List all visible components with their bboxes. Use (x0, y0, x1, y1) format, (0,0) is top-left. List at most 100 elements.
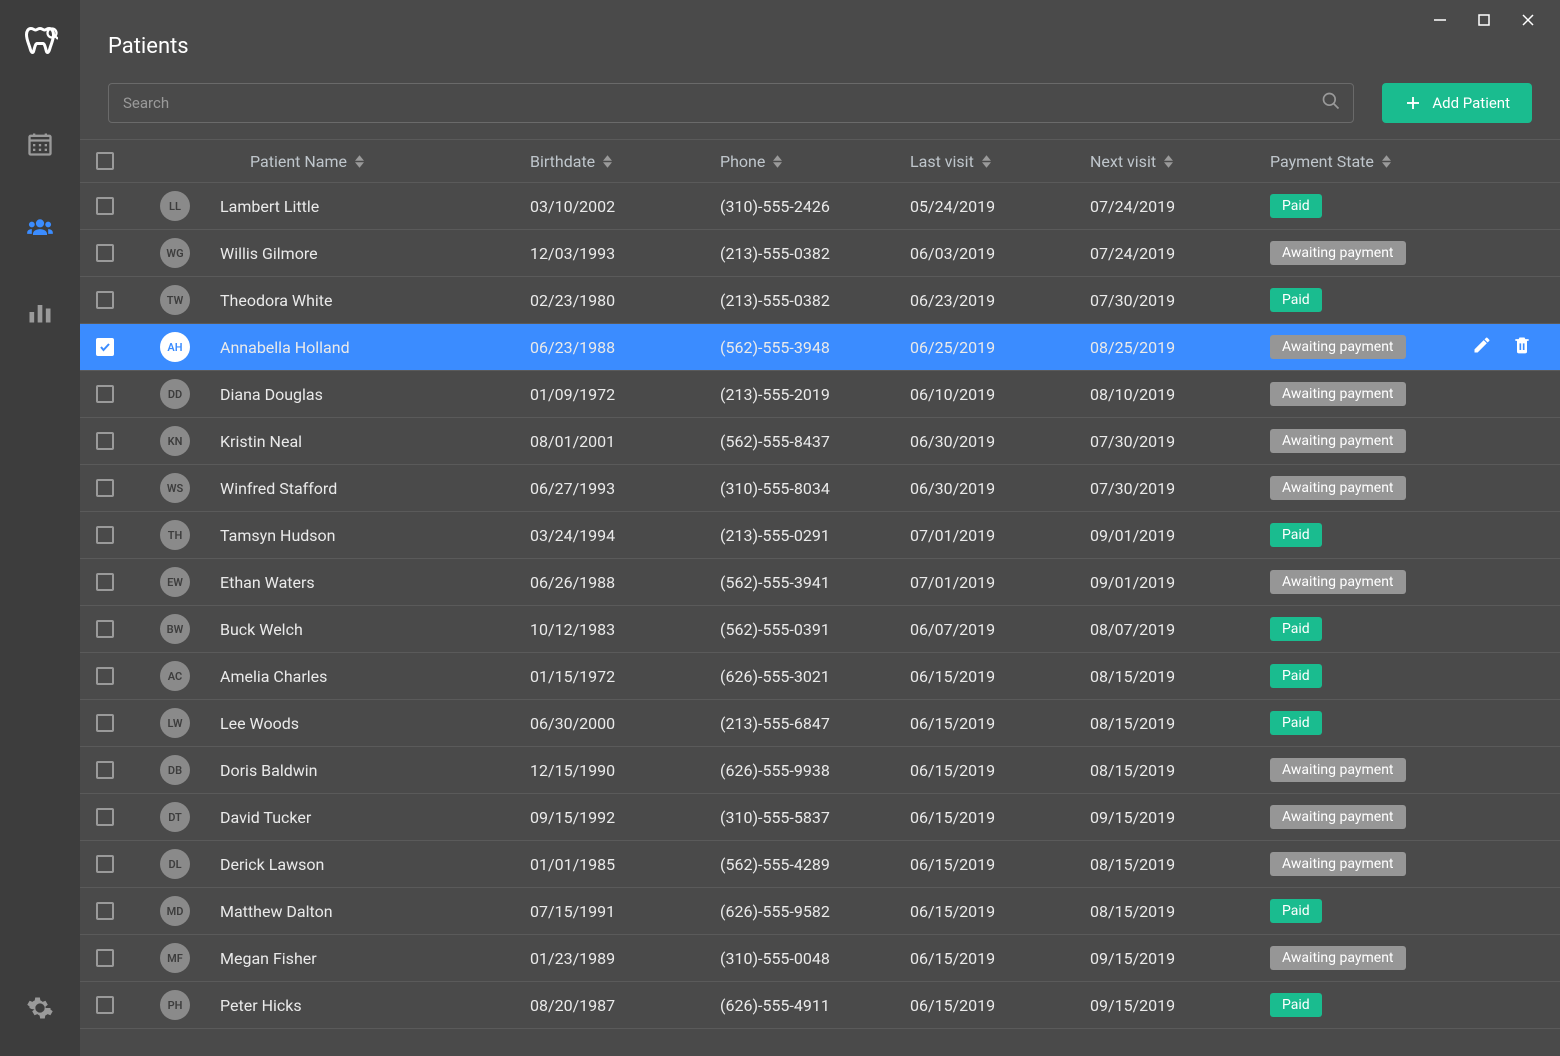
col-next-visit[interactable]: Next visit (1090, 152, 1270, 171)
payment-badge: Paid (1270, 711, 1322, 735)
table-row[interactable]: BWBuck Welch10/12/1983(562)-555-039106/0… (80, 606, 1560, 653)
window-maximize-button[interactable] (1462, 4, 1506, 36)
sort-icon (773, 155, 782, 168)
next-visit: 08/15/2019 (1090, 902, 1270, 921)
phone: (562)-555-0391 (720, 620, 910, 639)
birthdate: 12/15/1990 (530, 761, 720, 780)
table-row[interactable]: ACAmelia Charles01/15/1972(626)-555-3021… (80, 653, 1560, 700)
table-row[interactable]: EWEthan Waters06/26/1988(562)-555-394107… (80, 559, 1560, 606)
avatar: MF (160, 943, 190, 973)
table-row[interactable]: DLDerick Lawson01/01/1985(562)-555-42890… (80, 841, 1560, 888)
last-visit: 06/15/2019 (910, 902, 1090, 921)
row-checkbox[interactable] (96, 855, 114, 873)
last-visit: 06/30/2019 (910, 432, 1090, 451)
window-minimize-button[interactable] (1418, 4, 1462, 36)
avatar: DL (160, 849, 190, 879)
phone: (562)-555-3948 (720, 338, 910, 357)
col-last-visit[interactable]: Last visit (910, 152, 1090, 171)
table-row[interactable]: AHAnnabella Holland06/23/1988(562)-555-3… (80, 324, 1560, 371)
col-payment[interactable]: Payment State (1270, 152, 1470, 171)
col-phone[interactable]: Phone (720, 152, 910, 171)
add-patient-button[interactable]: Add Patient (1382, 83, 1532, 123)
row-checkbox[interactable] (96, 244, 114, 262)
phone: (213)-555-0382 (720, 291, 910, 310)
window-close-button[interactable] (1506, 4, 1550, 36)
nav-calendar-icon[interactable] (16, 120, 64, 168)
birthdate: 06/30/2000 (530, 714, 720, 733)
search-field-wrap (108, 83, 1354, 123)
table-row[interactable]: TWTheodora White02/23/1980(213)-555-0382… (80, 277, 1560, 324)
patient-name: Lambert Little (220, 197, 530, 216)
table-row[interactable]: MFMegan Fisher01/23/1989(310)-555-004806… (80, 935, 1560, 982)
payment-badge: Paid (1270, 664, 1322, 688)
table-row[interactable]: LLLambert Little03/10/2002(310)-555-2426… (80, 183, 1560, 230)
next-visit: 08/25/2019 (1090, 338, 1270, 357)
birthdate: 08/20/1987 (530, 996, 720, 1015)
last-visit: 06/07/2019 (910, 620, 1090, 639)
row-checkbox[interactable] (96, 432, 114, 450)
birthdate: 07/15/1991 (530, 902, 720, 921)
row-checkbox[interactable] (96, 714, 114, 732)
col-name[interactable]: Patient Name (250, 152, 530, 171)
next-visit: 08/10/2019 (1090, 385, 1270, 404)
next-visit: 09/15/2019 (1090, 996, 1270, 1015)
app-logo-icon (22, 24, 58, 60)
nav-settings-icon[interactable] (16, 984, 64, 1032)
table-row[interactable]: THTamsyn Hudson03/24/1994(213)-555-02910… (80, 512, 1560, 559)
row-checkbox[interactable] (96, 338, 114, 356)
last-visit: 07/01/2019 (910, 526, 1090, 545)
col-birthdate[interactable]: Birthdate (530, 152, 720, 171)
table-row[interactable]: LWLee Woods06/30/2000(213)-555-684706/15… (80, 700, 1560, 747)
table-row[interactable]: KNKristin Neal08/01/2001(562)-555-843706… (80, 418, 1560, 465)
phone: (626)-555-9938 (720, 761, 910, 780)
table-row[interactable]: WSWinfred Stafford06/27/1993(310)-555-80… (80, 465, 1560, 512)
row-checkbox[interactable] (96, 808, 114, 826)
nav-patients-icon[interactable] (16, 204, 64, 252)
table-row[interactable]: WGWillis Gilmore12/03/1993(213)-555-0382… (80, 230, 1560, 277)
payment-badge: Awaiting payment (1270, 758, 1406, 782)
search-input[interactable] (109, 84, 1353, 122)
birthdate: 06/27/1993 (530, 479, 720, 498)
patient-name: Lee Woods (220, 714, 530, 733)
row-checkbox[interactable] (96, 197, 114, 215)
row-checkbox[interactable] (96, 902, 114, 920)
row-checkbox[interactable] (96, 526, 114, 544)
next-visit: 07/24/2019 (1090, 244, 1270, 263)
search-icon (1321, 91, 1341, 115)
select-all-checkbox[interactable] (96, 152, 114, 170)
patient-name: Diana Douglas (220, 385, 530, 404)
table-row[interactable]: DBDoris Baldwin12/15/1990(626)-555-99380… (80, 747, 1560, 794)
table-row[interactable]: MDMatthew Dalton07/15/1991(626)-555-9582… (80, 888, 1560, 935)
patient-name: Doris Baldwin (220, 761, 530, 780)
plus-icon (1404, 94, 1422, 112)
row-checkbox[interactable] (96, 949, 114, 967)
avatar: BW (160, 614, 190, 644)
last-visit: 06/15/2019 (910, 808, 1090, 827)
row-checkbox[interactable] (96, 479, 114, 497)
payment-badge: Paid (1270, 194, 1322, 218)
row-checkbox[interactable] (96, 291, 114, 309)
row-checkbox[interactable] (96, 996, 114, 1014)
patient-name: Megan Fisher (220, 949, 530, 968)
last-visit: 06/15/2019 (910, 855, 1090, 874)
payment-badge: Awaiting payment (1270, 476, 1406, 500)
next-visit: 07/30/2019 (1090, 432, 1270, 451)
table-row[interactable]: PHPeter Hicks08/20/1987(626)-555-491106/… (80, 982, 1560, 1029)
row-checkbox[interactable] (96, 385, 114, 403)
row-checkbox[interactable] (96, 667, 114, 685)
avatar: WG (160, 238, 190, 268)
next-visit: 08/15/2019 (1090, 714, 1270, 733)
nav-analytics-icon[interactable] (16, 288, 64, 336)
payment-badge: Paid (1270, 523, 1322, 547)
edit-icon[interactable] (1472, 335, 1492, 359)
table-row[interactable]: DTDavid Tucker09/15/1992(310)-555-583706… (80, 794, 1560, 841)
row-checkbox[interactable] (96, 620, 114, 638)
delete-icon[interactable] (1512, 335, 1532, 359)
row-checkbox[interactable] (96, 573, 114, 591)
table-row[interactable]: DDDiana Douglas01/09/1972(213)-555-20190… (80, 371, 1560, 418)
birthdate: 10/12/1983 (530, 620, 720, 639)
row-checkbox[interactable] (96, 761, 114, 779)
phone: (310)-555-2426 (720, 197, 910, 216)
patient-name: Theodora White (220, 291, 530, 310)
next-visit: 09/01/2019 (1090, 573, 1270, 592)
